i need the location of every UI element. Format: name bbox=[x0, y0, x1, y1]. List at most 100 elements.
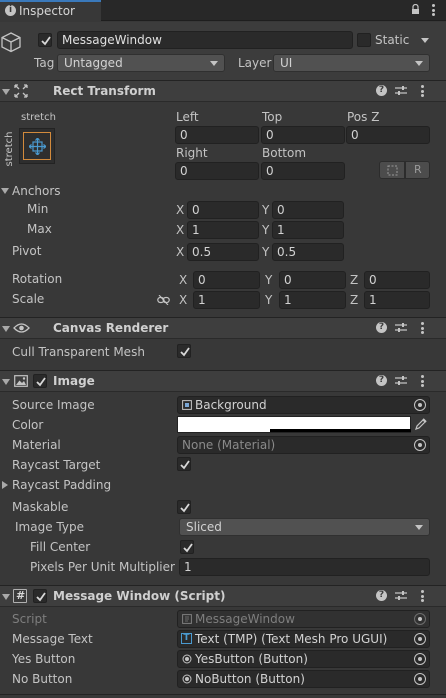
button-component-icon bbox=[182, 654, 192, 664]
scale-z-input[interactable]: 1 bbox=[364, 291, 430, 309]
static-dropdown-arrow[interactable] bbox=[421, 38, 429, 43]
min-x-input[interactable]: 0 bbox=[187, 201, 259, 219]
fill-center-checkbox[interactable] bbox=[180, 540, 194, 554]
component-menu-icon[interactable] bbox=[421, 322, 424, 334]
eyedropper-icon[interactable] bbox=[415, 418, 427, 430]
component-menu-icon[interactable] bbox=[421, 590, 424, 602]
yes-button-field[interactable]: YesButton (Button) bbox=[177, 650, 430, 668]
pivot-y-input[interactable]: 0.5 bbox=[272, 243, 344, 261]
anchor-preset-button[interactable] bbox=[19, 128, 55, 164]
more-options-icon[interactable] bbox=[432, 4, 435, 16]
raycast-padding-foldout-icon[interactable] bbox=[2, 481, 8, 489]
tab-inspector[interactable]: i Inspector bbox=[0, 0, 101, 21]
max-y-input[interactable]: 1 bbox=[272, 221, 344, 239]
presets-icon[interactable] bbox=[395, 322, 407, 333]
foldout-arrow-icon[interactable] bbox=[2, 594, 10, 600]
chevron-down-icon bbox=[415, 525, 423, 530]
foldout-arrow-icon[interactable] bbox=[2, 326, 10, 332]
max-x-axis: X bbox=[176, 223, 185, 237]
pivot-x-input[interactable]: 0.5 bbox=[187, 243, 259, 261]
right-input[interactable]: 0 bbox=[175, 162, 259, 180]
bottom-input[interactable]: 0 bbox=[261, 162, 345, 180]
min-y-axis: Y bbox=[262, 203, 270, 217]
pixels-per-unit-input[interactable]: 1 bbox=[179, 558, 430, 576]
help-icon[interactable]: ? bbox=[376, 85, 387, 96]
object-name-input[interactable]: MessageWindow bbox=[57, 31, 353, 49]
source-image-field[interactable]: Background bbox=[177, 396, 430, 414]
image-component-icon bbox=[14, 375, 28, 387]
rot-y-axis: Y bbox=[265, 273, 273, 287]
presets-icon[interactable] bbox=[395, 590, 407, 601]
image-enabled-checkbox[interactable] bbox=[33, 374, 47, 388]
script-enabled-checkbox[interactable] bbox=[33, 589, 47, 603]
static-checkbox[interactable] bbox=[357, 33, 371, 47]
object-picker-icon[interactable] bbox=[414, 653, 426, 665]
pivot-y-axis: Y bbox=[262, 245, 270, 259]
static-label: Static bbox=[375, 33, 410, 47]
min-x-axis: X bbox=[176, 203, 185, 217]
scale-y-input[interactable]: 1 bbox=[279, 291, 346, 309]
constrain-proportions-link-icon[interactable] bbox=[157, 294, 170, 306]
max-y-axis: Y bbox=[262, 223, 270, 237]
message-text-field[interactable]: T Text (TMP) (Text Mesh Pro UGUI) bbox=[177, 630, 430, 648]
min-y-input[interactable]: 0 bbox=[272, 201, 344, 219]
object-picker-icon[interactable] bbox=[414, 673, 426, 685]
foldout-arrow-icon[interactable] bbox=[2, 379, 10, 385]
scale-label: Scale bbox=[12, 292, 45, 306]
left-label: Left bbox=[176, 110, 199, 124]
color-swatch[interactable] bbox=[177, 416, 411, 433]
max-x-input[interactable]: 1 bbox=[187, 221, 259, 239]
chevron-down-icon bbox=[415, 61, 423, 66]
material-field[interactable]: None (Material) bbox=[177, 436, 430, 454]
maskable-checkbox[interactable] bbox=[177, 500, 191, 514]
blueprint-mode-button[interactable] bbox=[379, 161, 405, 179]
object-picker-icon[interactable] bbox=[414, 633, 426, 645]
object-picker-icon[interactable] bbox=[414, 439, 426, 451]
alpha-bar bbox=[270, 429, 411, 432]
scale-x-input[interactable]: 1 bbox=[193, 291, 260, 309]
layer-value: UI bbox=[280, 56, 293, 70]
raw-edit-label: R bbox=[414, 163, 422, 176]
yes-button-value: YesButton (Button) bbox=[195, 652, 308, 666]
tag-dropdown[interactable]: Untagged bbox=[57, 54, 225, 72]
raw-edit-button[interactable]: R bbox=[405, 161, 430, 179]
no-button-value: NoButton (Button) bbox=[195, 672, 305, 686]
help-icon[interactable]: ? bbox=[376, 375, 387, 386]
anchors-label[interactable]: Anchors bbox=[12, 183, 61, 199]
info-icon: i bbox=[5, 5, 16, 16]
component-menu-icon[interactable] bbox=[421, 375, 424, 387]
eye-icon bbox=[13, 322, 30, 334]
right-label: Right bbox=[176, 146, 208, 160]
help-icon[interactable]: ? bbox=[376, 322, 387, 333]
no-button-field[interactable]: NoButton (Button) bbox=[177, 670, 430, 688]
component-menu-icon[interactable] bbox=[421, 85, 424, 97]
layer-label: Layer bbox=[238, 56, 272, 70]
scale-x-axis: X bbox=[179, 293, 188, 307]
presets-icon[interactable] bbox=[395, 85, 407, 96]
left-input[interactable]: 0 bbox=[175, 126, 259, 144]
foldout-arrow-icon[interactable] bbox=[2, 89, 10, 95]
rotation-z-input[interactable]: 0 bbox=[364, 271, 430, 289]
source-image-label: Source Image bbox=[12, 398, 95, 412]
anchors-foldout-icon[interactable] bbox=[1, 188, 9, 194]
max-label: Max bbox=[27, 222, 52, 236]
rotation-y-input[interactable]: 0 bbox=[279, 271, 346, 289]
raycast-target-checkbox[interactable] bbox=[177, 457, 191, 471]
help-icon[interactable]: ? bbox=[376, 590, 387, 601]
cull-transparent-mesh-checkbox[interactable] bbox=[177, 344, 191, 358]
stretch-anchor-icon bbox=[29, 138, 46, 155]
object-picker-icon[interactable] bbox=[414, 399, 426, 411]
active-checkbox[interactable] bbox=[38, 33, 52, 47]
rotation-x-input[interactable]: 0 bbox=[193, 271, 260, 289]
lock-icon[interactable] bbox=[411, 3, 420, 15]
top-input[interactable]: 0 bbox=[261, 126, 345, 144]
color-label: Color bbox=[12, 418, 44, 432]
top-label: Top bbox=[262, 110, 283, 124]
posz-input[interactable]: 0 bbox=[346, 126, 430, 144]
raycast-padding-label[interactable]: Raycast Padding bbox=[12, 477, 111, 493]
image-type-dropdown[interactable]: Sliced bbox=[179, 518, 430, 536]
csharp-script-icon: # bbox=[13, 589, 27, 603]
presets-icon[interactable] bbox=[395, 375, 407, 386]
tag-label: Tag bbox=[34, 56, 55, 70]
layer-dropdown[interactable]: UI bbox=[273, 54, 430, 72]
